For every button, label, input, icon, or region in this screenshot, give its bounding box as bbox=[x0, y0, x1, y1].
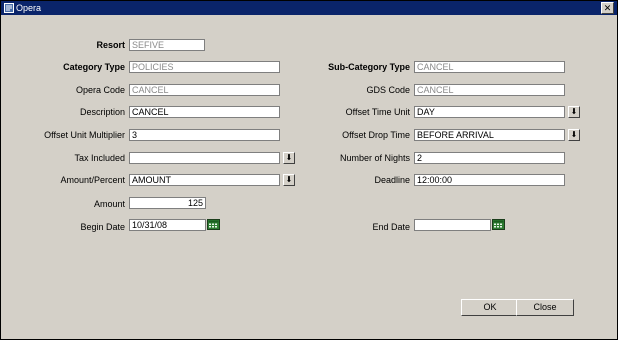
close-button[interactable]: Close bbox=[516, 299, 574, 316]
offset-time-unit-label: Offset Time Unit bbox=[345, 107, 410, 117]
begin-date-label: Begin Date bbox=[80, 222, 125, 232]
deadline-input[interactable]: 12:00:00 bbox=[414, 174, 565, 186]
gds-code-field: CANCEL bbox=[414, 84, 565, 96]
offset-drop-time-label: Offset Drop Time bbox=[342, 130, 410, 140]
description-input[interactable]: CANCEL bbox=[129, 106, 280, 118]
tax-included-select[interactable] bbox=[129, 152, 280, 164]
offset-time-unit-select[interactable]: DAY bbox=[414, 106, 565, 118]
amount-label: Amount bbox=[93, 199, 125, 209]
sub-category-type-label: Sub-Category Type bbox=[328, 62, 410, 72]
sub-category-type-field: CANCEL bbox=[414, 61, 565, 73]
resort-field: SEFIVE bbox=[129, 39, 205, 51]
end-date-label: End Date bbox=[372, 222, 410, 232]
offset-drop-time-dropdown-icon[interactable]: ⬇ bbox=[568, 129, 580, 141]
deadline-label: Deadline bbox=[374, 175, 410, 185]
offset-drop-time-select[interactable]: BEFORE ARRIVAL bbox=[414, 129, 565, 141]
offset-time-unit-dropdown-icon[interactable]: ⬇ bbox=[568, 106, 580, 118]
number-of-nights-input[interactable]: 2 bbox=[414, 152, 565, 164]
amount-percent-select[interactable]: AMOUNT bbox=[129, 174, 280, 186]
description-label: Description bbox=[79, 107, 125, 117]
begin-date-calendar-icon[interactable] bbox=[207, 219, 220, 230]
number-of-nights-label: Number of Nights bbox=[339, 153, 410, 163]
ok-button[interactable]: OK bbox=[461, 299, 519, 316]
dialog-window: Opera ✕ Resort SEFIVE Category Type POLI… bbox=[0, 0, 618, 340]
opera-code-field: CANCEL bbox=[129, 84, 280, 96]
category-type-label: Category Type bbox=[63, 62, 125, 72]
resort-label: Resort bbox=[96, 40, 125, 50]
category-type-field: POLICIES bbox=[129, 61, 280, 73]
offset-unit-multiplier-input[interactable]: 3 bbox=[129, 129, 280, 141]
amount-percent-label: Amount/Percent bbox=[60, 175, 125, 185]
tax-included-label: Tax Included bbox=[74, 153, 125, 163]
begin-date-input[interactable]: 10/31/08 bbox=[129, 219, 206, 231]
gds-code-label: GDS Code bbox=[366, 85, 410, 95]
amount-percent-dropdown-icon[interactable]: ⬇ bbox=[283, 174, 295, 186]
opera-app-icon bbox=[4, 3, 14, 13]
window-title: Opera bbox=[16, 3, 42, 13]
title-bar[interactable]: Opera ✕ bbox=[1, 1, 617, 15]
amount-input[interactable]: 125 bbox=[129, 197, 206, 209]
end-date-calendar-icon[interactable] bbox=[492, 219, 505, 230]
end-date-input[interactable] bbox=[414, 219, 491, 231]
tax-included-dropdown-icon[interactable]: ⬇ bbox=[283, 152, 295, 164]
opera-code-label: Opera Code bbox=[75, 85, 125, 95]
close-window-icon[interactable]: ✕ bbox=[601, 2, 614, 14]
offset-unit-multiplier-label: Offset Unit Multiplier bbox=[44, 130, 125, 140]
